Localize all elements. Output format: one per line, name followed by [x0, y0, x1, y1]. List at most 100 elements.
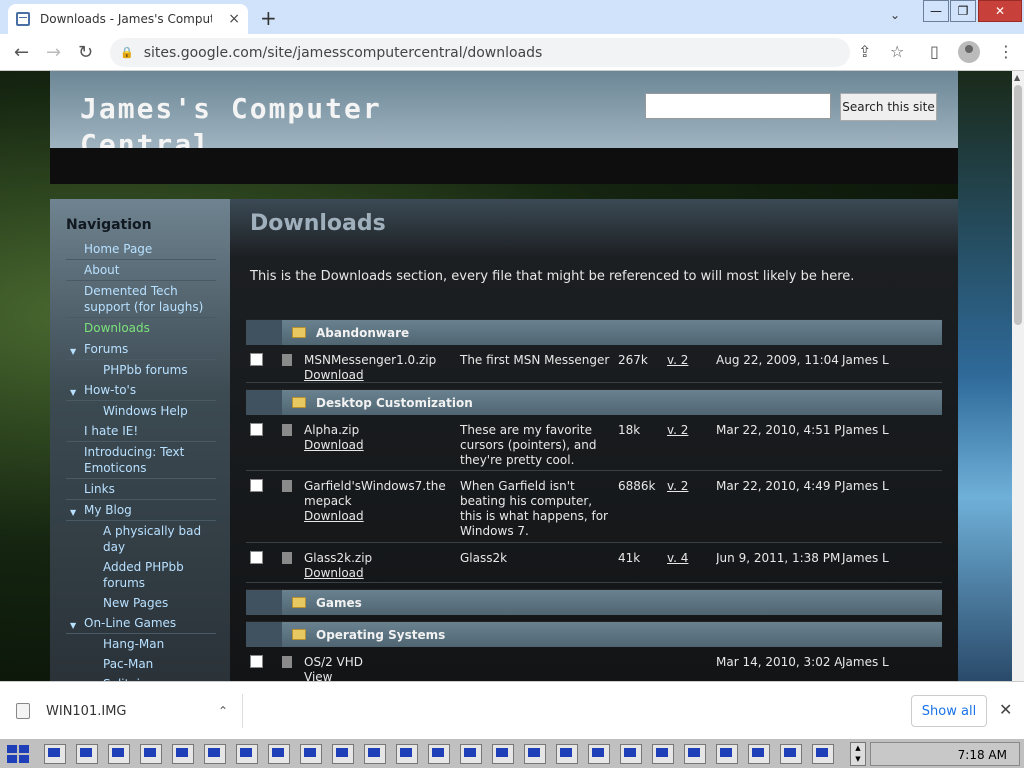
- version-link[interactable]: v. 2: [667, 479, 688, 493]
- sidebar-item[interactable]: Downloads: [66, 318, 216, 339]
- taskbar-app-icon[interactable]: [364, 744, 386, 764]
- page-scrollbar[interactable]: ▲: [1012, 71, 1024, 681]
- folder-row[interactable]: Desktop Customization: [246, 389, 942, 415]
- taskbar-app-icon[interactable]: [172, 744, 194, 764]
- sidebar-item[interactable]: ▼ My Blog: [66, 500, 216, 521]
- scroll-up-icon[interactable]: ▲: [1014, 73, 1020, 82]
- bookmark-star-icon[interactable]: ☆: [890, 42, 904, 61]
- clock[interactable]: 7:18 AM: [958, 748, 1007, 762]
- expand-triangle-icon[interactable]: ▼: [70, 618, 76, 634]
- taskbar-app-icon[interactable]: [204, 744, 226, 764]
- sidebar-item[interactable]: Hang-Man: [66, 634, 216, 654]
- sidebar-item[interactable]: ▼ On-Line Games: [66, 613, 216, 634]
- expand-triangle-icon[interactable]: ▼: [70, 344, 76, 360]
- back-icon[interactable]: ←: [14, 42, 29, 63]
- browser-tab[interactable]: Downloads - James's Computer C ×: [8, 4, 248, 34]
- version-link[interactable]: v. 2: [667, 353, 688, 367]
- sidebar-item[interactable]: ▼ Forums: [66, 339, 216, 360]
- taskbar-app-icon[interactable]: [684, 744, 706, 764]
- expand-triangle-icon[interactable]: ▼: [70, 385, 76, 401]
- menu-icon[interactable]: ⋮: [998, 42, 1014, 61]
- chevron-up-icon[interactable]: ⌃: [218, 704, 228, 718]
- share-icon[interactable]: ⇪: [858, 42, 871, 61]
- taskbar-scroll-icon[interactable]: ▲ ▼: [850, 742, 866, 766]
- sidebar-item[interactable]: Home Page: [66, 239, 216, 260]
- taskbar-app-icon[interactable]: [108, 744, 130, 764]
- taskbar-app-icon[interactable]: [652, 744, 674, 764]
- sidebar-item-label: My Blog: [84, 503, 132, 517]
- side-panel-icon[interactable]: ▯: [930, 42, 939, 61]
- taskbar-app-icon[interactable]: [812, 744, 834, 764]
- sidebar-item[interactable]: A physically bad day: [66, 521, 216, 557]
- minimize-button[interactable]: —: [923, 0, 949, 22]
- download-link[interactable]: View: [304, 670, 332, 681]
- taskbar-app-icon[interactable]: [588, 744, 610, 764]
- reload-icon[interactable]: ↻: [78, 42, 93, 63]
- download-link[interactable]: Download: [304, 566, 364, 580]
- folder-row[interactable]: Operating Systems: [246, 621, 942, 647]
- close-icon[interactable]: ✕: [999, 700, 1012, 719]
- scrollbar-thumb[interactable]: [1014, 85, 1022, 325]
- taskbar-app-icon[interactable]: [780, 744, 802, 764]
- sidebar-item[interactable]: ▼ How-to's: [66, 380, 216, 401]
- sidebar-item[interactable]: Links: [66, 479, 216, 500]
- show-all-button[interactable]: Show all: [911, 695, 987, 727]
- lock-icon[interactable]: 🔒: [120, 46, 134, 59]
- taskbar-app-icon[interactable]: [748, 744, 770, 764]
- sidebar-item[interactable]: Introducing: Text Emoticons: [66, 442, 216, 479]
- sidebar-item[interactable]: PHPbb forums: [66, 360, 216, 380]
- forward-icon[interactable]: →: [46, 42, 61, 63]
- taskbar-app-icon[interactable]: [524, 744, 546, 764]
- taskbar-app-icon[interactable]: [140, 744, 162, 764]
- close-tab-icon[interactable]: ×: [228, 11, 240, 27]
- restore-button[interactable]: ❐: [950, 0, 976, 22]
- sidebar-item[interactable]: Pac-Man: [66, 654, 216, 674]
- sidebar-item[interactable]: Demented Tech support (for laughs): [66, 281, 216, 318]
- taskbar-app-icon[interactable]: [300, 744, 322, 764]
- folder-row[interactable]: Abandonware: [246, 319, 942, 345]
- start-icon[interactable]: [6, 744, 30, 764]
- select-checkbox[interactable]: [250, 479, 263, 492]
- sidebar-item[interactable]: Solitaire: [66, 674, 216, 681]
- expand-triangle-icon[interactable]: ▼: [70, 505, 76, 521]
- version-link[interactable]: v. 4: [667, 551, 688, 565]
- taskbar-app-icon[interactable]: [76, 744, 98, 764]
- select-checkbox[interactable]: [250, 353, 263, 366]
- folder-gutter: [246, 590, 282, 615]
- file-name: Garfield'sWindows7.themepack: [304, 479, 446, 508]
- taskbar-app-icon[interactable]: [396, 744, 418, 764]
- taskbar-app-icon[interactable]: [332, 744, 354, 764]
- select-checkbox[interactable]: [250, 423, 263, 436]
- download-link[interactable]: Download: [304, 509, 364, 523]
- background-art: [958, 71, 1012, 681]
- tab-search-icon[interactable]: ⌄: [890, 8, 900, 22]
- version-link[interactable]: v. 2: [667, 423, 688, 437]
- download-item[interactable]: WIN101.IMG ⌃: [16, 698, 228, 724]
- taskbar-app-icon[interactable]: [620, 744, 642, 764]
- sidebar-item[interactable]: New Pages: [66, 593, 216, 613]
- select-checkbox[interactable]: [250, 655, 263, 668]
- taskbar-app-icon[interactable]: [716, 744, 738, 764]
- window-close-button[interactable]: ✕: [978, 0, 1022, 22]
- download-link[interactable]: Download: [304, 368, 364, 382]
- taskbar-app-icon[interactable]: [492, 744, 514, 764]
- taskbar-app-icon[interactable]: [44, 744, 66, 764]
- folder-row[interactable]: Games: [246, 589, 942, 615]
- sidebar-item[interactable]: Added PHPbb forums: [66, 557, 216, 593]
- taskbar-app-icon[interactable]: [460, 744, 482, 764]
- address-bar[interactable]: 🔒 sites.google.com/site/jamesscomputerce…: [110, 38, 850, 67]
- search-site-button[interactable]: Search this site: [840, 93, 937, 121]
- sidebar-item[interactable]: Windows Help: [66, 401, 216, 421]
- new-tab-button[interactable]: +: [260, 6, 277, 30]
- download-link[interactable]: Download: [304, 438, 364, 452]
- select-checkbox[interactable]: [250, 551, 263, 564]
- sidebar-item[interactable]: About: [66, 260, 216, 281]
- taskbar-app-icon[interactable]: [268, 744, 290, 764]
- sidebar-item[interactable]: I hate IE!: [66, 421, 216, 442]
- profile-avatar[interactable]: [958, 41, 980, 63]
- folder-name: Games: [316, 595, 362, 610]
- taskbar-app-icon[interactable]: [556, 744, 578, 764]
- site-search-input[interactable]: [645, 93, 831, 119]
- taskbar-app-icon[interactable]: [236, 744, 258, 764]
- taskbar-app-icon[interactable]: [428, 744, 450, 764]
